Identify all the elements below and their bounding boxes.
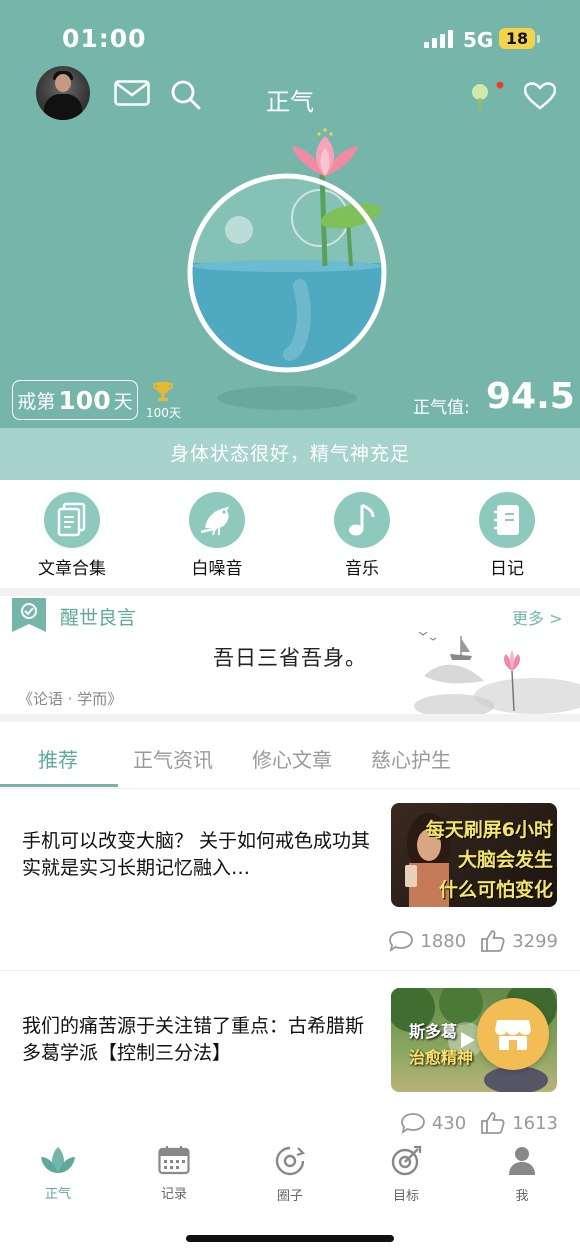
status-time: 01:00	[62, 24, 147, 53]
target-icon	[391, 1145, 422, 1176]
article-title: 手机可以改变大脑？ 关于如何戒色成功其实就是实习长期记忆融入…	[22, 830, 371, 879]
article-stats: 1880 3299	[388, 929, 558, 953]
tab-mind-articles[interactable]: 修心文章	[252, 744, 332, 773]
quick-action-articles[interactable]: 文章合集	[2, 492, 142, 579]
ink-painting-illustration	[414, 626, 580, 722]
lotus-bowl-illustration	[170, 126, 410, 420]
article-stats: 430 1613	[400, 1111, 558, 1135]
quote-section-title: 醒世良言	[60, 607, 137, 629]
zhengqi-value: 94.5	[486, 376, 575, 417]
trophy-icon	[152, 380, 174, 406]
quick-action-music[interactable]: 音乐	[292, 492, 432, 579]
lotus-icon	[41, 1147, 75, 1173]
tree-icon[interactable]	[470, 80, 506, 116]
thumbs-up-icon[interactable]	[480, 929, 506, 953]
nav-me[interactable]: 我	[464, 1145, 580, 1204]
quote-text: 吾日三省吾身。	[213, 646, 367, 670]
thumbs-up-icon[interactable]	[480, 1111, 506, 1135]
notebook-icon	[479, 492, 535, 548]
section-divider	[0, 588, 580, 596]
tab-compassion[interactable]: 慈心护生	[371, 744, 451, 773]
trophy-label: 100天	[146, 406, 181, 420]
comment-count: 1880	[420, 930, 467, 952]
bookmark-icon	[12, 598, 46, 638]
article-thumbnail: 每天刷屏6小时 大脑会发生 什么可怕变化	[391, 803, 557, 907]
section-divider	[0, 714, 580, 722]
bird-icon	[189, 492, 245, 548]
home-indicator	[186, 1235, 394, 1242]
article-item[interactable]: 手机可以改变大脑？ 关于如何戒色成功其实就是实习长期记忆融入… 每天刷屏6小时 …	[0, 788, 580, 971]
tab-zhengqi-news[interactable]: 正气资讯	[133, 744, 213, 773]
quick-action-white-noise[interactable]: 白噪音	[147, 492, 287, 579]
battery-icon: 18	[499, 28, 540, 49]
category-tabs: 推荐 正气资讯 修心文章 慈心护生	[0, 722, 580, 789]
quick-action-diary[interactable]: 日记	[437, 492, 577, 579]
nav-records[interactable]: 记录	[116, 1145, 232, 1202]
store-icon	[495, 1020, 531, 1050]
comment-icon	[400, 1113, 425, 1134]
network-label: 5G	[463, 28, 494, 52]
abstinence-days-badge[interactable]: 戒第 100 天	[12, 380, 138, 420]
comment-count: 430	[431, 1112, 467, 1134]
like-count: 1613	[512, 1112, 558, 1134]
document-icon	[44, 492, 100, 548]
article-title: 我们的痛苦源于关注错了重点：古希腊斯多葛学派【控制三分法】	[22, 1015, 365, 1064]
calendar-icon	[158, 1146, 190, 1175]
heart-icon[interactable]	[523, 82, 557, 114]
nav-zhengqi[interactable]: 正气	[0, 1145, 116, 1202]
body-state-text: 身体状态很好，精气神充足	[0, 428, 580, 480]
tab-recommend[interactable]: 推荐	[38, 744, 78, 773]
active-tab-indicator	[0, 784, 118, 787]
store-fab-button[interactable]	[477, 998, 549, 1070]
signal-icon	[424, 30, 456, 48]
quote-source: 《论语 · 学而》	[18, 690, 123, 708]
nav-goals[interactable]: 目标	[348, 1145, 464, 1204]
circle-refresh-icon	[275, 1146, 306, 1176]
music-note-icon	[334, 492, 390, 548]
zhengqi-label: 正气值:	[413, 398, 470, 418]
comment-icon	[389, 931, 414, 952]
like-count: 3299	[512, 930, 558, 952]
person-icon	[509, 1147, 535, 1175]
nav-circle[interactable]: 圈子	[232, 1145, 348, 1204]
